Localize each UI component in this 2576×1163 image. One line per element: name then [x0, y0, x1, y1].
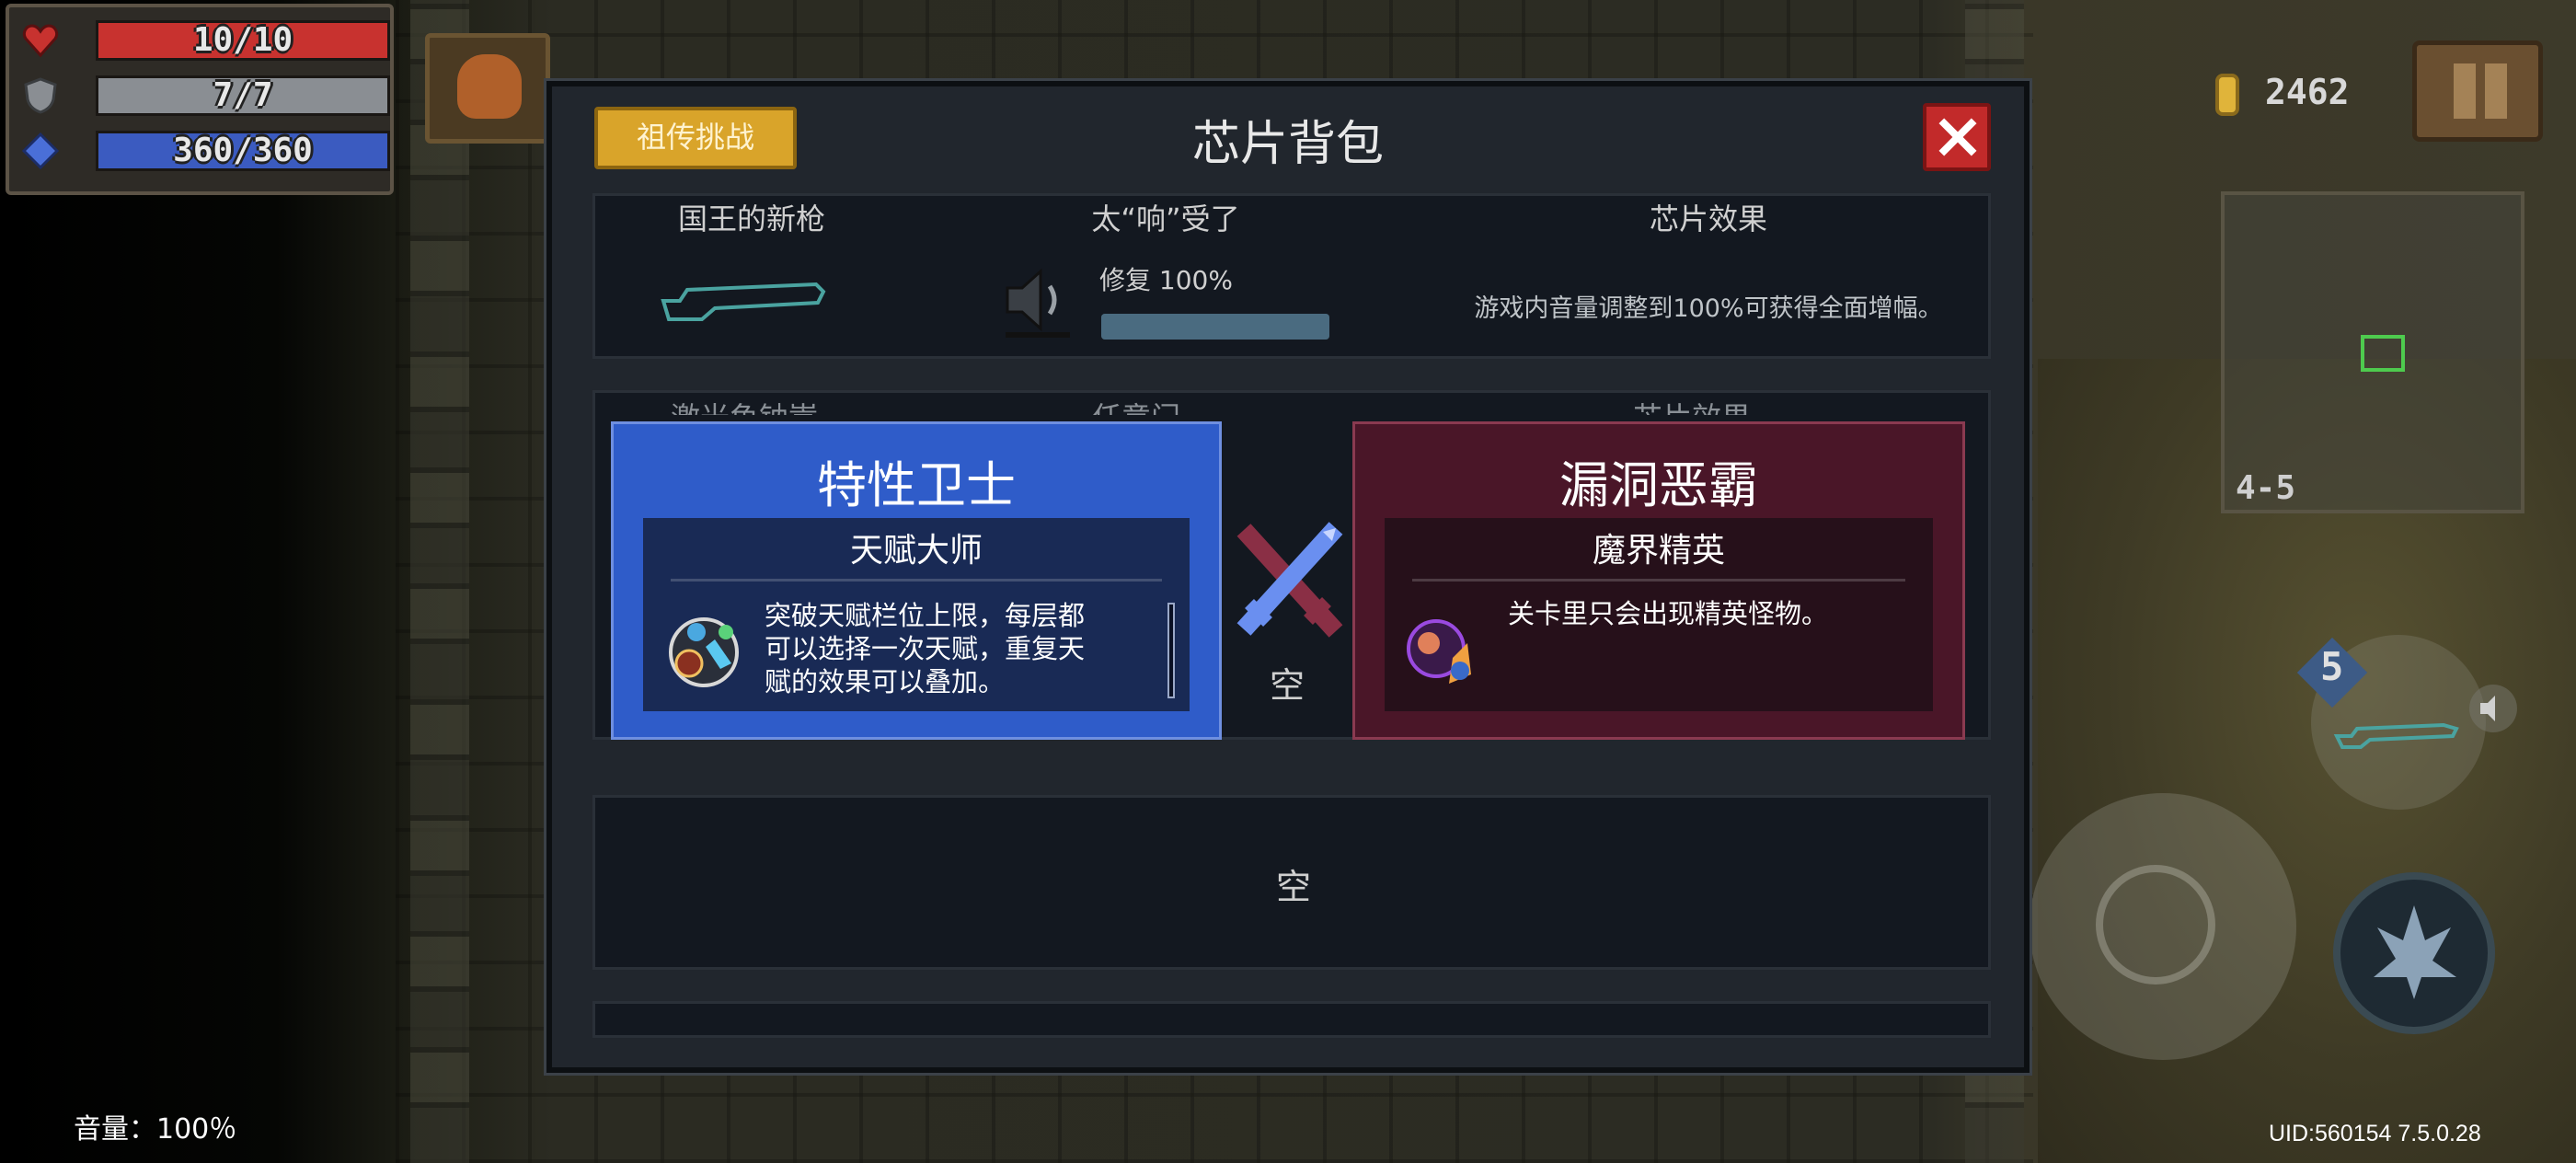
repair-progress-label: 修复 100%: [1099, 265, 1233, 295]
dungeon-wall-left: [410, 0, 469, 1163]
close-button[interactable]: [1923, 103, 1991, 171]
volume-indicator: 音量：100％: [74, 1113, 237, 1146]
chip-slot-4[interactable]: [592, 1001, 1991, 1038]
card-detail-left: 天赋大师 突破天赋栏位上限，每层都 可以选择一次天赋，重复天 赋的效果可以叠加。: [643, 518, 1190, 711]
armor-value: 7/7: [213, 76, 273, 114]
secondary-gun-icon: [2333, 722, 2459, 749]
armor-row: 7/7: [22, 72, 390, 116]
pet-portrait[interactable]: [425, 33, 550, 144]
crystal-skill-icon: [2374, 905, 2456, 999]
description-scrollbar[interactable]: [1167, 603, 1175, 698]
card-description-right: 关卡里只会出现精英怪物。: [1508, 598, 1829, 629]
card-divider: [671, 579, 1162, 582]
pause-icon-right: [2485, 63, 2507, 119]
gun-icon: [661, 282, 826, 321]
ancestral-challenge-button[interactable]: 祖传挑战: [594, 107, 797, 169]
energy-value: 360/360: [173, 132, 313, 169]
hp-bar: 10/10: [96, 20, 390, 61]
hp-value: 10/10: [192, 21, 293, 59]
trait-guardian-card[interactable]: 特性卫士 天赋大师 突破天赋栏位上限，每层都 可以选择一次天赋，重复天 赋的效果…: [611, 421, 1222, 740]
description-line: 突破天赋栏位上限，每层都: [765, 600, 1086, 631]
weapon-name: 国王的新枪: [677, 202, 825, 236]
card-title-left: 特性卫士: [817, 456, 1016, 514]
skill-button[interactable]: [2333, 872, 2495, 1034]
uid-version: UID:560154 7.5.0.28: [2269, 1121, 2481, 1146]
coin-count: 2462: [2265, 72, 2350, 112]
weapon-name-partial: 激光鱼钠嵩: [671, 395, 818, 415]
hp-row: 10/10: [22, 17, 390, 61]
armor-bar: 7/7: [96, 75, 390, 116]
crossed-swords-icon: [1236, 522, 1343, 638]
speaker-icon: [2469, 685, 2517, 732]
card-divider: [1412, 579, 1905, 582]
shield-icon: [24, 77, 57, 114]
chip-slot-3[interactable]: 空: [592, 795, 1991, 970]
energy-bar: 360/360: [96, 131, 390, 171]
description-line: 赋的效果可以叠加。: [765, 666, 1006, 697]
empty-slot-label: 空: [1276, 867, 1312, 907]
talent-master-icon: [669, 617, 739, 687]
empty-slot-label: 空: [1270, 665, 1305, 706]
card-title-right: 漏洞恶霸: [1559, 456, 1758, 514]
demon-elite-icon: [1407, 619, 1471, 684]
description-line: 可以选择一次天赋，重复天: [765, 633, 1086, 664]
effect-header: 芯片效果: [1649, 202, 1767, 236]
repair-progress-fill: [1101, 314, 1329, 340]
card-detail-right: 魔界精英 关卡里只会出现精英怪物。: [1385, 518, 1933, 711]
heart-icon: [22, 24, 59, 58]
level-indicator: 4-5: [2236, 469, 2296, 507]
pause-icon-left: [2454, 63, 2476, 119]
bug-bully-card[interactable]: 漏洞恶霸 魔界精英 关卡里只会出现精英怪物。: [1352, 421, 1965, 740]
pet-face-icon: [457, 54, 522, 119]
repair-progress-bar: [1101, 314, 1329, 340]
energy-row: 360/360: [22, 127, 390, 171]
minimap-room-icon: [2361, 335, 2405, 372]
coin-icon: [2215, 74, 2239, 116]
energy-diamond-icon: [22, 132, 59, 169]
chip-name: 太“响”受了: [1091, 202, 1240, 236]
player-stats-panel: 10/10 7/7 360/360: [6, 4, 394, 195]
pause-button[interactable]: [2412, 40, 2543, 142]
effect-header-partial: 芯片效果: [1633, 395, 1751, 415]
chip-name-partial: 任意门: [1092, 395, 1180, 415]
chip-slot-1[interactable]: 国王的新枪 太“响”受了 修复 100% 芯片效果 游戏内音量调整到100%可获…: [592, 193, 1991, 359]
weapon-energy-cost: 5: [2320, 644, 2344, 689]
card-subtitle-left: 天赋大师: [849, 532, 983, 570]
joystick-knob[interactable]: [2096, 865, 2215, 985]
speaker-chip-icon: [1006, 268, 1070, 338]
card-description-left: 突破天赋栏位上限，每层都 可以选择一次天赋，重复天 赋的效果可以叠加。: [765, 599, 1151, 698]
chip-effect-description: 游戏内音量调整到100%可获得全面增幅。: [1474, 294, 1943, 323]
card-subtitle-right: 魔界精英: [1592, 532, 1725, 570]
